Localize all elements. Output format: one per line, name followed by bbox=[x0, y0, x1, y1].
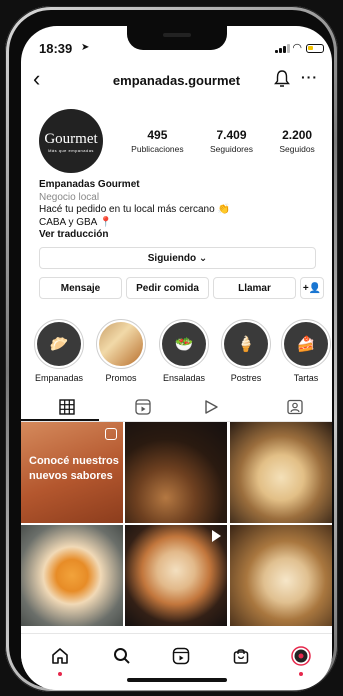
stat-posts[interactable]: 495 Publicaciones bbox=[131, 128, 183, 154]
cake-icon: 🍰 bbox=[284, 322, 328, 366]
home-indicator bbox=[127, 678, 227, 682]
profile-category: Negocio local bbox=[39, 191, 100, 203]
highlight-ring: 🍰 bbox=[281, 319, 331, 369]
bottom-nav bbox=[21, 633, 332, 690]
notification-dot bbox=[58, 672, 62, 676]
highlight-ring: 🍦 bbox=[221, 319, 271, 369]
highlight-ring: 🥟 bbox=[34, 319, 84, 369]
highlight-label: Ensaladas bbox=[162, 373, 206, 383]
video-badge-icon bbox=[212, 530, 221, 542]
post-thumbnail[interactable] bbox=[125, 422, 227, 523]
more-icon[interactable]: ··· bbox=[301, 69, 318, 85]
promos-photo bbox=[99, 322, 143, 366]
profile-name: Empanadas Gourmet bbox=[39, 179, 140, 190]
posts-grid: Conocé nuestros nuevos sabores bbox=[21, 422, 332, 632]
status-time: 18:39 bbox=[39, 41, 73, 56]
following-button[interactable]: Siguiendo ⌄ bbox=[39, 247, 316, 269]
reels-icon[interactable] bbox=[133, 397, 153, 417]
profile-avatar-icon[interactable] bbox=[289, 644, 313, 668]
avatar-title: Gourmet bbox=[44, 131, 98, 147]
stat-label: Seguidores bbox=[209, 144, 253, 154]
avatar-subtitle: Más que empanadas bbox=[48, 148, 94, 153]
call-button[interactable]: Llamar bbox=[213, 277, 296, 299]
tagged-icon[interactable] bbox=[285, 397, 305, 417]
notification-dot bbox=[299, 672, 303, 676]
reel-badge-icon bbox=[105, 428, 117, 440]
profile-tabs bbox=[21, 393, 332, 422]
battery-icon bbox=[306, 44, 324, 53]
post-text-line: nuevos sabores bbox=[29, 470, 113, 482]
highlight-ring: 🥗 bbox=[159, 319, 209, 369]
shop-icon[interactable] bbox=[229, 644, 253, 668]
post-thumbnail[interactable] bbox=[230, 525, 332, 626]
add-person-button[interactable]: +👤 bbox=[300, 277, 324, 299]
highlight-label: Tartas bbox=[293, 373, 319, 383]
grid-icon[interactable] bbox=[57, 397, 77, 417]
active-tab-indicator bbox=[21, 419, 99, 421]
bio-line: Hacé tu pedido en tu local más cercano 👏 bbox=[39, 204, 230, 215]
post-text-line: Conocé nuestros bbox=[29, 455, 119, 467]
stat-label: Publicaciones bbox=[131, 144, 184, 154]
dessert-icon: 🍦 bbox=[224, 322, 268, 366]
post-thumbnail[interactable] bbox=[21, 525, 123, 626]
bio-line: CABA y GBA 📍 bbox=[39, 216, 113, 228]
empanada-icon: 🥟 bbox=[37, 322, 81, 366]
highlight-postres[interactable]: 🍦 Postres bbox=[220, 319, 272, 383]
highlight-empanadas[interactable]: 🥟 Empanadas bbox=[33, 319, 85, 383]
highlight-label: Promos bbox=[105, 373, 137, 383]
phone-frame: 18:39 ➤ ◠ ‹ empanadas.gourmet ··· Gourme… bbox=[5, 6, 338, 692]
stat-label: Seguidos bbox=[279, 144, 315, 154]
salad-icon: 🥗 bbox=[162, 322, 206, 366]
highlight-ring bbox=[96, 319, 146, 369]
translate-link[interactable]: Ver traducción bbox=[39, 229, 230, 242]
signal-icon bbox=[275, 44, 290, 53]
profile-header: ‹ empanadas.gourmet ··· bbox=[21, 64, 332, 100]
highlight-promos[interactable]: Promos bbox=[95, 319, 147, 383]
stat-number: 2.200 bbox=[282, 128, 313, 142]
stat-following[interactable]: 2.200 Seguidos bbox=[279, 128, 314, 154]
order-food-button[interactable]: Pedir comida bbox=[126, 277, 209, 299]
location-arrow-icon: ➤ bbox=[81, 42, 90, 53]
post-thumbnail[interactable]: Conocé nuestros nuevos sabores bbox=[21, 422, 123, 523]
highlight-label: Empanadas bbox=[34, 373, 84, 383]
stat-followers[interactable]: 7.409 Seguidores bbox=[210, 128, 253, 154]
notch bbox=[127, 26, 227, 50]
reels-nav-icon[interactable] bbox=[169, 644, 193, 668]
screen: 18:39 ➤ ◠ ‹ empanadas.gourmet ··· Gourme… bbox=[21, 26, 332, 690]
stat-number: 7.409 bbox=[216, 128, 247, 142]
message-button[interactable]: Mensaje bbox=[39, 277, 122, 299]
bio: Empanadas Gourmet Negocio local Hacé tu … bbox=[39, 179, 230, 242]
stat-number: 495 bbox=[147, 128, 168, 142]
post-thumbnail[interactable] bbox=[125, 525, 227, 626]
home-icon[interactable] bbox=[48, 644, 72, 668]
highlight-label: Postres bbox=[230, 373, 262, 383]
profile-stats: 495 Publicaciones 7.409 Seguidores 2.200… bbox=[118, 128, 328, 154]
post-overlay-text: Conocé nuestros nuevos sabores bbox=[29, 454, 119, 484]
avatar[interactable]: Gourmet Más que empanadas bbox=[39, 109, 103, 173]
highlight-tartas[interactable]: 🍰 Tartas bbox=[280, 319, 332, 383]
post-thumbnail[interactable] bbox=[230, 422, 332, 523]
video-play-icon[interactable] bbox=[201, 397, 221, 417]
speaker bbox=[163, 33, 191, 37]
search-icon[interactable] bbox=[110, 644, 134, 668]
wifi-icon: ◠ bbox=[292, 42, 302, 54]
bell-icon[interactable] bbox=[274, 70, 290, 88]
highlight-ensaladas[interactable]: 🥗 Ensaladas bbox=[158, 319, 210, 383]
